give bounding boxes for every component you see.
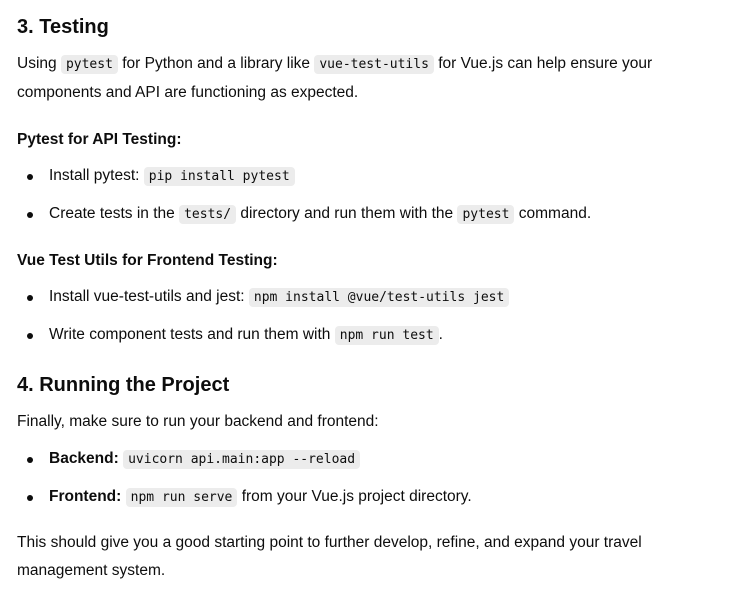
running-intro: Finally, make sure to run your backend a… — [17, 413, 379, 430]
bullet — [27, 457, 33, 463]
list-item: Create tests in the tests/ directory and… — [17, 202, 727, 227]
inline-code: uvicorn api.main:app --reload — [123, 450, 361, 469]
pytest-list: Install pytest: pip install pytest Creat… — [17, 164, 727, 227]
subheading-pytest: Pytest for API Testing: — [17, 131, 182, 148]
inline-code: npm install @vue/test-utils jest — [248, 288, 510, 307]
document: 3. Testing Using pytest for Python and a… — [0, 0, 739, 598]
bullet — [27, 333, 33, 339]
bullet — [27, 212, 33, 218]
subheading-vue-test-utils: Vue Test Utils for Frontend Testing: — [17, 252, 278, 269]
bullet — [27, 174, 33, 180]
bullet — [27, 295, 33, 301]
inline-code: vue-test-utils — [314, 55, 434, 74]
bullet — [27, 495, 33, 501]
inline-code: pytest — [60, 55, 118, 74]
list-item: Write component tests and run them with … — [17, 323, 727, 348]
section-heading-testing: 3. Testing — [17, 16, 109, 38]
list-item: Backend: uvicorn api.main:app --reload — [17, 447, 727, 472]
inline-code: pytest — [457, 205, 515, 224]
testing-intro: Using pytest for Python and a library li… — [17, 55, 653, 101]
list-item: Frontend: npm run serve from your Vue.js… — [17, 485, 727, 510]
inline-code: tests/ — [179, 205, 237, 224]
item-label: Frontend: — [49, 488, 122, 505]
closing-paragraph: This should give you a good starting poi… — [17, 534, 642, 579]
list-item: Install pytest: pip install pytest — [17, 164, 727, 189]
section-heading-running: 4. Running the Project — [17, 374, 230, 396]
vue-list: Install vue-test-utils and jest: npm ins… — [17, 285, 727, 348]
item-label: Backend: — [49, 450, 119, 467]
list-item: Install vue-test-utils and jest: npm ins… — [17, 285, 727, 310]
inline-code: npm run test — [334, 326, 439, 345]
running-list: Backend: uvicorn api.main:app --reload F… — [17, 447, 727, 510]
inline-code: pip install pytest — [143, 167, 295, 186]
inline-code: npm run serve — [125, 488, 238, 507]
